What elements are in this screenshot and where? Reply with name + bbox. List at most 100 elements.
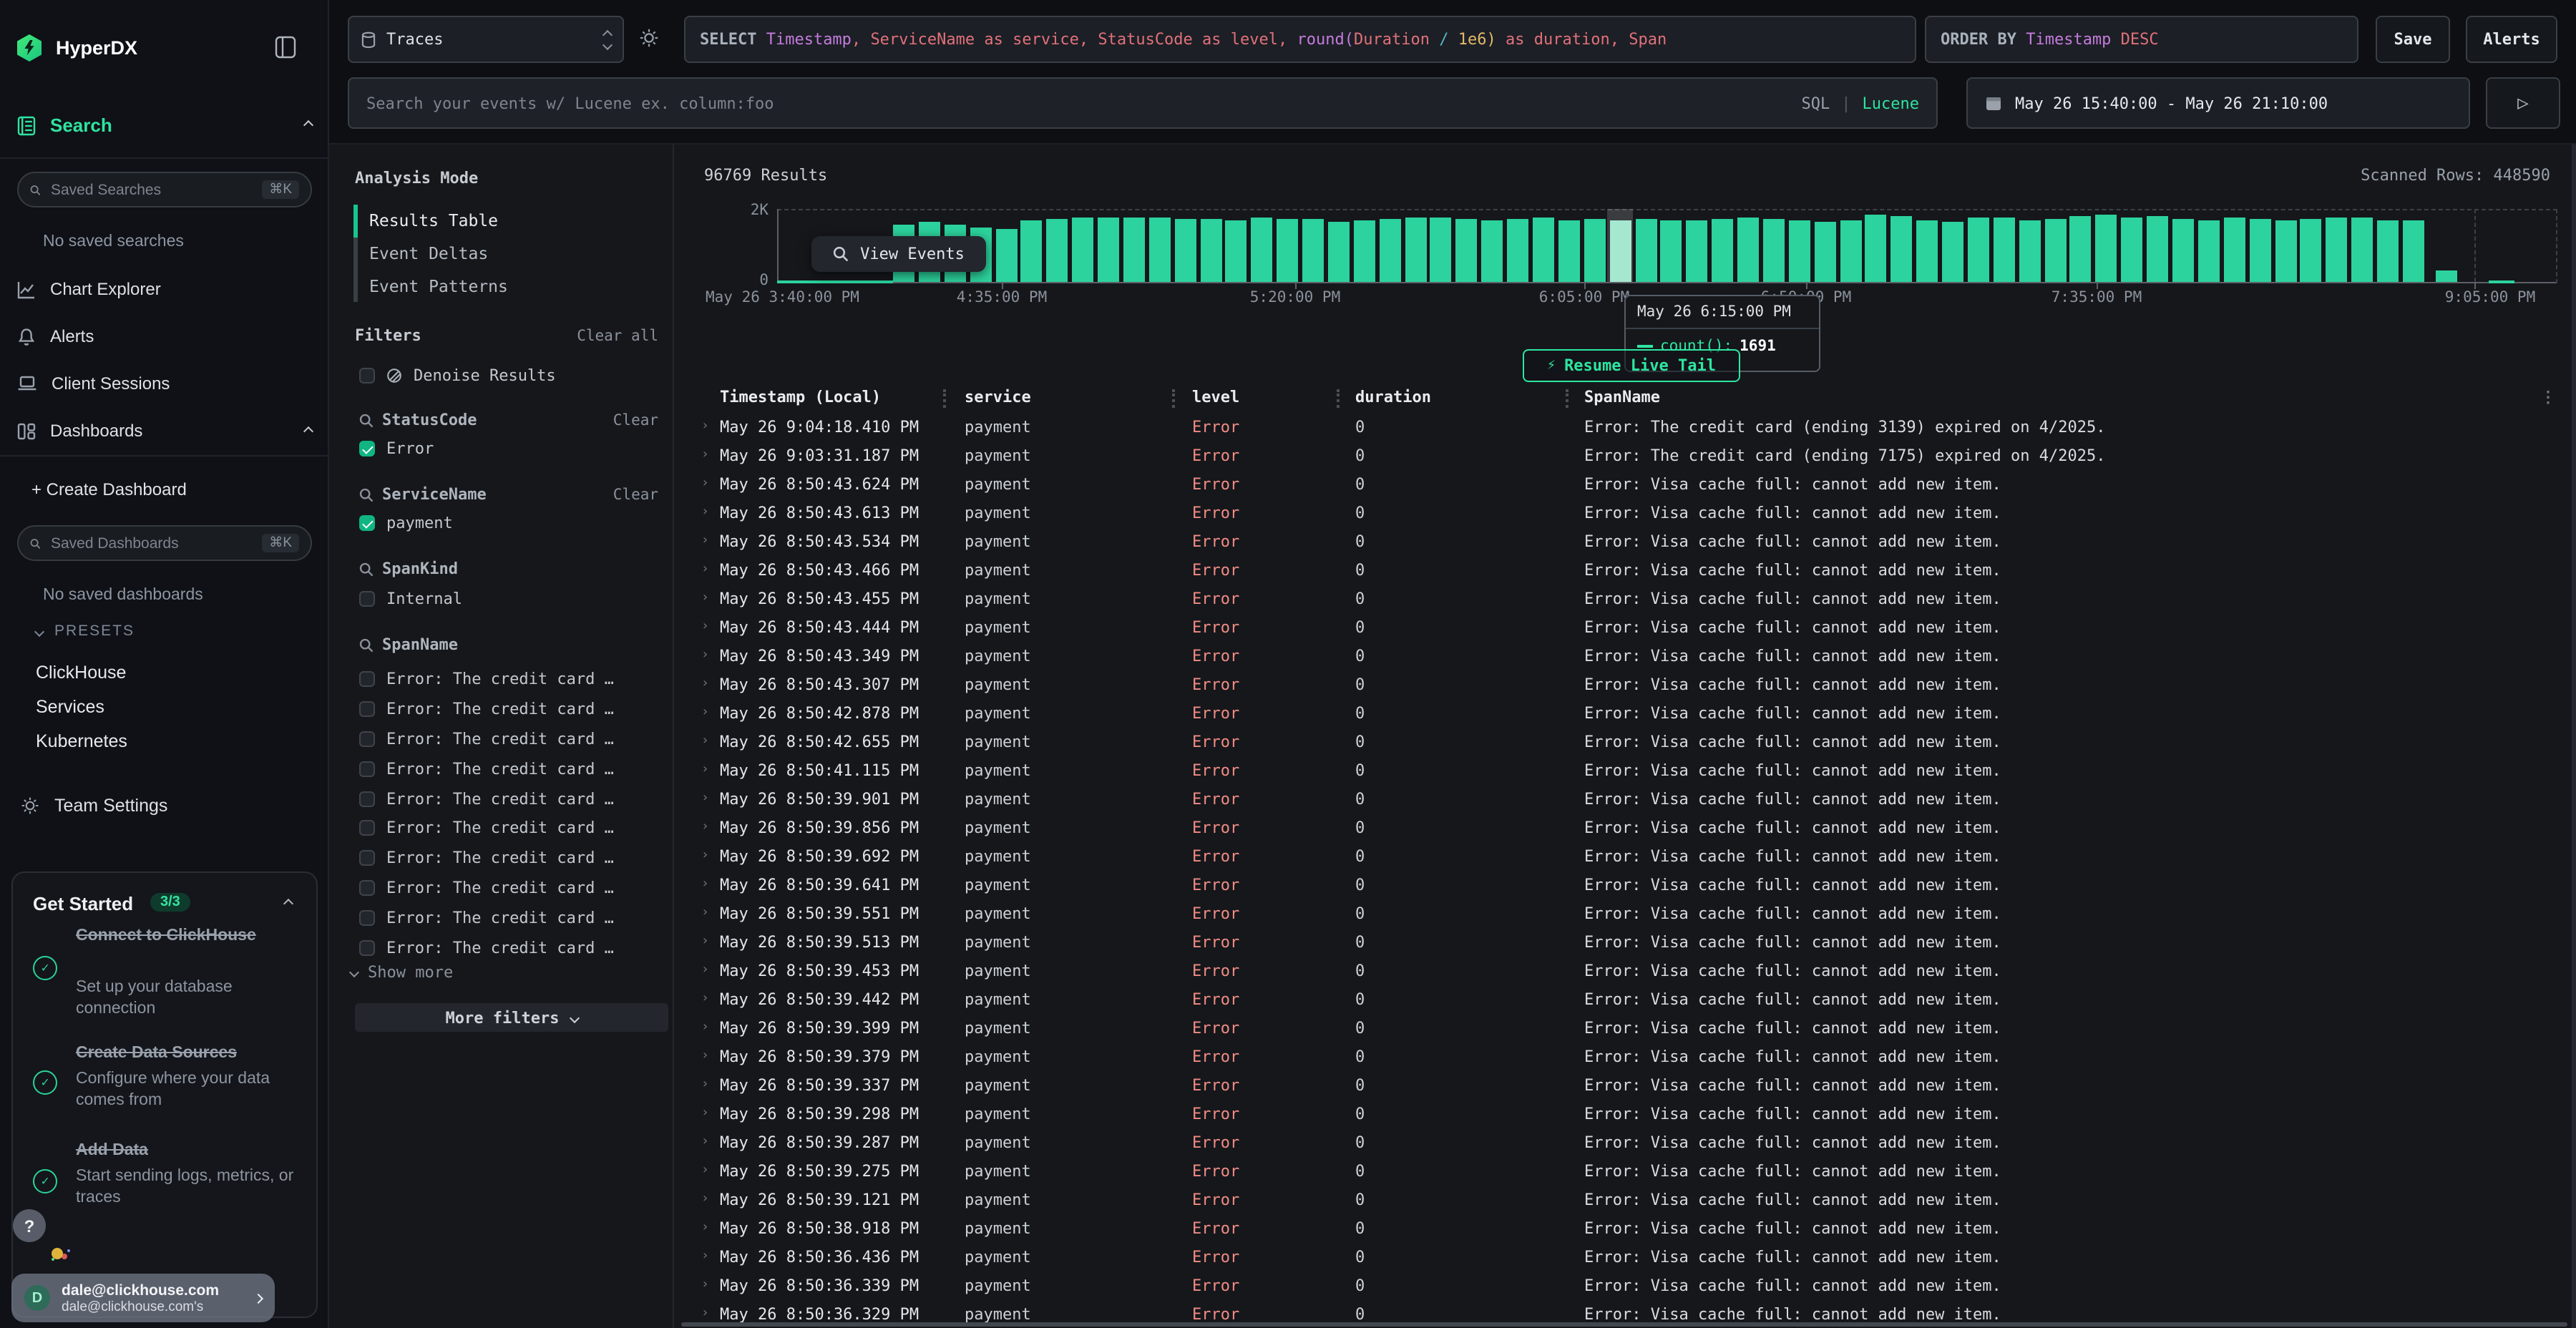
table-row[interactable]: ›May 26 8:50:43.444 PMpaymentError0Error… xyxy=(681,612,2576,641)
expand-row-icon[interactable]: › xyxy=(701,763,709,777)
order-by-editor[interactable]: ORDER BY Timestamp DESC xyxy=(1925,16,2358,63)
checkbox[interactable] xyxy=(359,910,375,926)
table-row[interactable]: ›May 26 8:50:36.339 PMpaymentError0Error… xyxy=(681,1271,2576,1299)
expand-row-icon[interactable]: › xyxy=(701,1163,709,1178)
column-separator[interactable] xyxy=(1172,389,1175,408)
table-row[interactable]: ›May 26 8:50:43.455 PMpaymentError0Error… xyxy=(681,584,2576,612)
table-row[interactable]: ›May 26 8:50:39.337 PMpaymentError0Error… xyxy=(681,1070,2576,1099)
date-range-picker[interactable]: May 26 15:40:00 - May 26 21:10:00 xyxy=(1966,77,2470,129)
more-filters-button[interactable]: More filters xyxy=(355,1003,668,1032)
table-row[interactable]: ›May 26 8:50:39.513 PMpaymentError0Error… xyxy=(681,927,2576,956)
resume-live-tail-button[interactable]: ⚡ Resume Live Tail xyxy=(1523,349,1740,382)
table-row[interactable]: ›May 26 8:50:43.613 PMpaymentError0Error… xyxy=(681,498,2576,527)
filter-option-error[interactable]: Error xyxy=(359,439,434,458)
source-settings-gear-icon[interactable] xyxy=(638,27,660,49)
checkbox-checked[interactable] xyxy=(359,441,375,456)
clear-servicename[interactable]: Clear xyxy=(613,487,658,504)
filter-option-spanname[interactable]: Error: The credit card … xyxy=(359,783,661,814)
table-row[interactable]: ›May 26 8:50:41.115 PMpaymentError0Error… xyxy=(681,756,2576,784)
col-timestamp[interactable]: Timestamp (Local) xyxy=(720,388,881,406)
filter-option-spanname[interactable]: Error: The credit card … xyxy=(359,814,661,844)
filter-option-spanname[interactable]: Error: The credit card … xyxy=(359,724,661,754)
sql-select-editor[interactable]: SELECT Timestamp, ServiceName as service… xyxy=(684,16,1916,63)
table-row[interactable]: ›May 26 8:50:36.436 PMpaymentError0Error… xyxy=(681,1242,2576,1271)
col-service[interactable]: service xyxy=(965,388,1031,406)
table-row[interactable]: ›May 26 8:50:39.275 PMpaymentError0Error… xyxy=(681,1156,2576,1185)
column-options-icon[interactable]: ⋮ xyxy=(2540,388,2556,406)
table-row[interactable]: ›May 26 8:50:39.856 PMpaymentError0Error… xyxy=(681,813,2576,841)
col-level[interactable]: level xyxy=(1192,388,1239,406)
filter-option-spanname[interactable]: Error: The credit card … xyxy=(359,844,661,874)
checkbox[interactable] xyxy=(359,940,375,956)
expand-row-icon[interactable]: › xyxy=(701,648,709,663)
column-separator[interactable] xyxy=(1566,389,1568,408)
expand-row-icon[interactable]: › xyxy=(701,620,709,634)
mode-tab-results-table[interactable]: Results Table xyxy=(369,210,498,230)
collapse-sidebar-icon[interactable] xyxy=(275,36,296,59)
expand-row-icon[interactable]: › xyxy=(701,734,709,748)
checkbox[interactable] xyxy=(359,880,375,896)
filter-option-spanname[interactable]: Error: The credit card … xyxy=(359,933,661,963)
expand-row-icon[interactable]: › xyxy=(701,1106,709,1120)
expand-row-icon[interactable]: › xyxy=(701,505,709,519)
checkbox[interactable] xyxy=(359,761,375,776)
expand-row-icon[interactable]: › xyxy=(701,934,709,949)
checkbox[interactable] xyxy=(359,821,375,836)
sidebar-item-alerts[interactable]: Alerts xyxy=(17,326,312,346)
expand-row-icon[interactable]: › xyxy=(701,1307,709,1321)
table-row[interactable]: ›May 26 8:50:39.901 PMpaymentError0Error… xyxy=(681,784,2576,813)
expand-row-icon[interactable]: › xyxy=(701,963,709,977)
view-events-button[interactable]: View Events xyxy=(811,236,986,272)
table-row[interactable]: ›May 26 8:50:36.329 PMpaymentError0Error… xyxy=(681,1299,2576,1322)
table-row[interactable]: ›May 26 8:50:39.298 PMpaymentError0Error… xyxy=(681,1099,2576,1128)
expand-row-icon[interactable]: › xyxy=(701,1020,709,1035)
checkbox[interactable] xyxy=(359,701,375,717)
expand-row-icon[interactable]: › xyxy=(701,448,709,462)
checkbox[interactable] xyxy=(359,591,375,607)
expand-row-icon[interactable]: › xyxy=(701,1249,709,1264)
sidebar-item-client-sessions[interactable]: Client Sessions xyxy=(17,374,312,394)
source-select[interactable]: Traces xyxy=(348,16,624,63)
table-row[interactable]: ›May 26 8:50:38.918 PMpaymentError0Error… xyxy=(681,1214,2576,1242)
expand-row-icon[interactable]: › xyxy=(701,534,709,548)
saved-searches-box[interactable]: ⌘K xyxy=(17,172,312,208)
table-row[interactable]: ›May 26 8:50:42.878 PMpaymentError0Error… xyxy=(681,698,2576,727)
alerts-button[interactable]: Alerts xyxy=(2466,16,2557,63)
table-row[interactable]: ›May 26 8:50:43.466 PMpaymentError0Error… xyxy=(681,555,2576,584)
checkbox[interactable] xyxy=(359,671,375,687)
filter-option-payment[interactable]: payment xyxy=(359,514,453,532)
preset-item-services[interactable]: Services xyxy=(36,690,127,724)
column-separator[interactable] xyxy=(1337,389,1340,408)
expand-row-icon[interactable]: › xyxy=(701,906,709,920)
expand-row-icon[interactable]: › xyxy=(701,849,709,863)
preset-item-clickhouse[interactable]: ClickHouse xyxy=(36,655,127,690)
preset-item-kubernetes[interactable]: Kubernetes xyxy=(36,724,127,758)
expand-row-icon[interactable]: › xyxy=(701,1192,709,1206)
save-button[interactable]: Save xyxy=(2376,16,2450,63)
mode-tab-event-patterns[interactable]: Event Patterns xyxy=(369,276,508,296)
expand-row-icon[interactable]: › xyxy=(701,1135,709,1149)
expand-row-icon[interactable]: › xyxy=(701,877,709,892)
checkbox[interactable] xyxy=(359,851,375,866)
saved-dashboards-box[interactable]: ⌘K xyxy=(17,525,312,561)
clear-all-button[interactable]: Clear all xyxy=(577,328,658,345)
checkbox[interactable] xyxy=(359,368,375,384)
expand-row-icon[interactable]: › xyxy=(701,820,709,834)
expand-row-icon[interactable]: › xyxy=(701,562,709,577)
mode-sql-toggle[interactable]: SQL xyxy=(1802,94,1830,112)
expand-row-icon[interactable]: › xyxy=(701,706,709,720)
event-search-bar[interactable]: SQL | Lucene xyxy=(348,77,1938,129)
table-row[interactable]: ›May 26 8:50:39.287 PMpaymentError0Error… xyxy=(681,1128,2576,1156)
denoise-results-option[interactable]: Denoise Results xyxy=(359,366,556,385)
clear-statuscode[interactable]: Clear xyxy=(613,412,658,429)
checkbox[interactable] xyxy=(359,731,375,746)
filter-option-spanname[interactable]: Error: The credit card … xyxy=(359,753,661,783)
expand-row-icon[interactable]: › xyxy=(701,1049,709,1063)
vertical-scrollbar-track[interactable] xyxy=(2572,145,2576,1328)
table-row[interactable]: ›May 26 8:50:43.307 PMpaymentError0Error… xyxy=(681,670,2576,698)
table-row[interactable]: ›May 26 8:50:39.641 PMpaymentError0Error… xyxy=(681,870,2576,899)
show-more-button[interactable]: Show more xyxy=(351,963,453,982)
saved-searches-input[interactable] xyxy=(51,181,252,198)
expand-row-icon[interactable]: › xyxy=(701,591,709,605)
checkbox-checked[interactable] xyxy=(359,515,375,531)
